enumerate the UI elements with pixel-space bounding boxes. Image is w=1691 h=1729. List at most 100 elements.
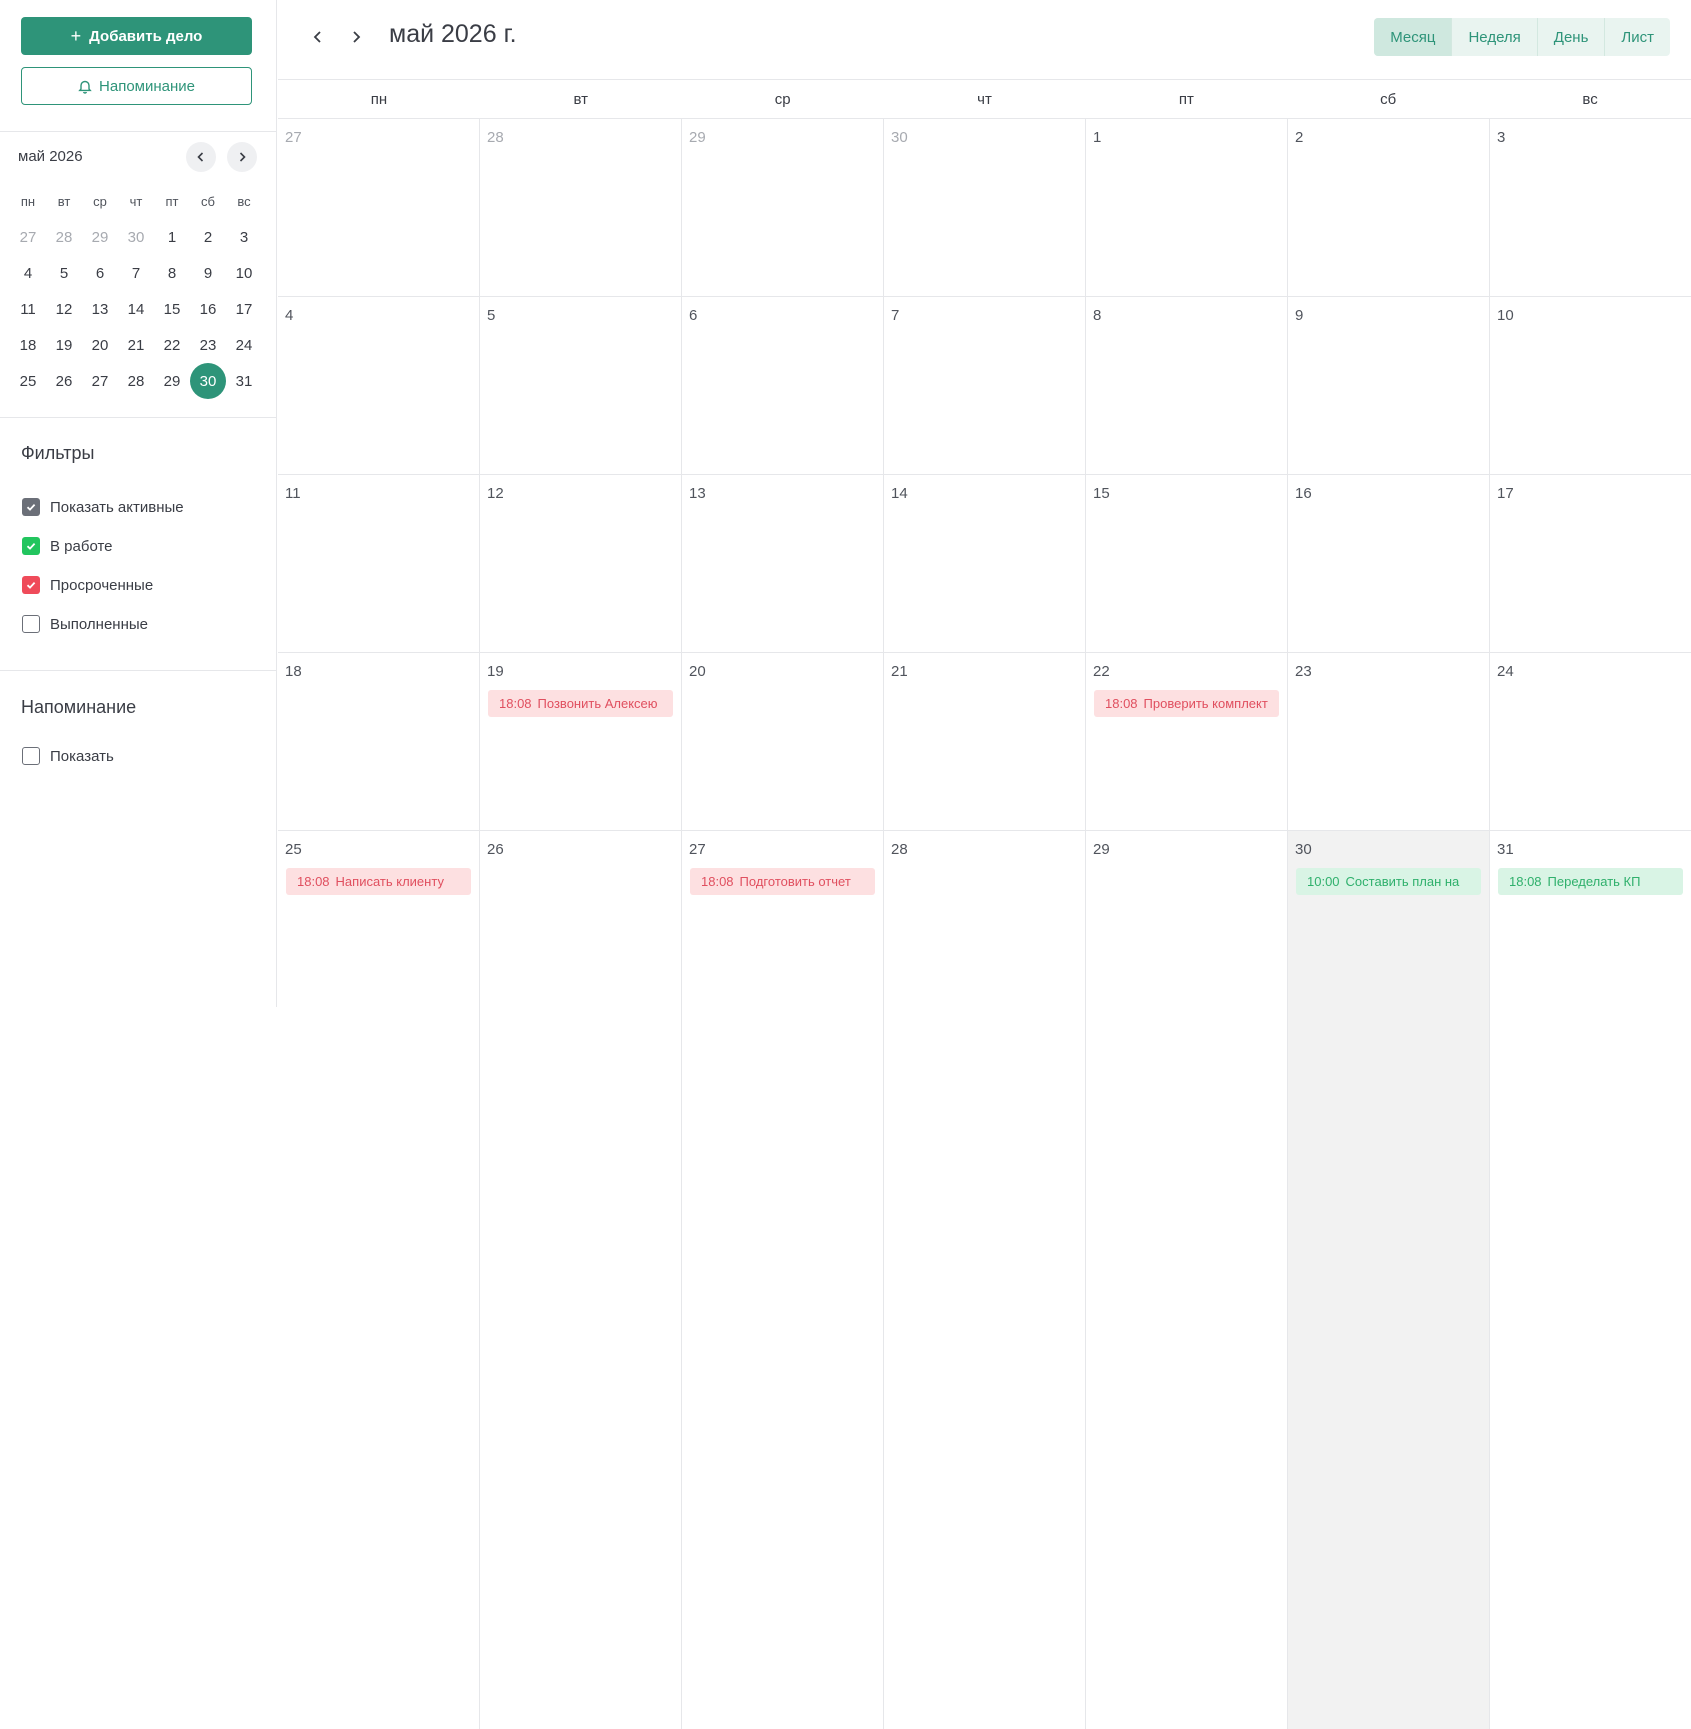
calendar-event[interactable]: 18:08 Позвонить Алексею (488, 690, 673, 717)
mini-day[interactable]: 15 (154, 301, 190, 318)
day-cell[interactable]: 5 (480, 297, 682, 474)
mini-day[interactable]: 28 (46, 229, 82, 246)
prev-month-button[interactable] (307, 26, 329, 48)
day-cell[interactable]: 25 18:08 Написать клиенту (278, 831, 480, 1729)
mini-day[interactable]: 19 (46, 337, 82, 354)
checkbox-unchecked-icon[interactable] (22, 747, 40, 765)
day-cell[interactable]: 28 (884, 831, 1086, 1729)
day-cell[interactable]: 14 (884, 475, 1086, 652)
mini-day[interactable]: 31 (226, 373, 262, 390)
day-cell[interactable]: 10 (1490, 297, 1691, 474)
day-cell[interactable]: 20 (682, 653, 884, 830)
mini-day[interactable]: 17 (226, 301, 262, 318)
day-cell[interactable]: 21 (884, 653, 1086, 830)
next-month-button[interactable] (345, 26, 367, 48)
day-cell[interactable]: 7 (884, 297, 1086, 474)
calendar-event[interactable]: 18:08 Подготовить отчет (690, 868, 875, 895)
mini-day[interactable]: 27 (10, 229, 46, 246)
mini-day[interactable]: 26 (46, 373, 82, 390)
mini-day[interactable]: 13 (82, 301, 118, 318)
mini-day[interactable]: 18 (10, 337, 46, 354)
show-reminders-checkbox[interactable]: Показать (22, 747, 114, 765)
mini-day[interactable]: 12 (46, 301, 82, 318)
mini-next-month-button[interactable] (227, 142, 257, 172)
day-cell[interactable]: 19 18:08 Позвонить Алексею (480, 653, 682, 830)
filter-checkbox[interactable]: Просроченные (22, 576, 153, 594)
day-cell[interactable]: 28 (480, 119, 682, 296)
day-cell[interactable]: 8 (1086, 297, 1288, 474)
mini-day[interactable]: 4 (10, 265, 46, 282)
filter-checkbox[interactable]: Выполненные (22, 615, 148, 633)
mini-prev-month-button[interactable] (186, 142, 216, 172)
calendar-event[interactable]: 10:00 Составить план на (1296, 868, 1481, 895)
day-cell[interactable]: 27 18:08 Подготовить отчет (682, 831, 884, 1729)
mini-day[interactable]: 27 (82, 373, 118, 390)
mini-day[interactable]: 1 (154, 229, 190, 246)
mini-day[interactable]: 25 (10, 373, 46, 390)
view-tab[interactable]: Месяц (1374, 18, 1452, 56)
add-task-button[interactable]: + Добавить дело (21, 17, 252, 55)
mini-day[interactable]: 24 (226, 337, 262, 354)
calendar-event[interactable]: 18:08 Написать клиенту (286, 868, 471, 895)
day-cell[interactable]: 2 (1288, 119, 1490, 296)
day-cell[interactable]: 30 10:00 Составить план на (1288, 831, 1490, 1729)
day-cell[interactable]: 12 (480, 475, 682, 652)
checkbox-checked-icon[interactable] (22, 498, 40, 516)
day-cell[interactable]: 29 (682, 119, 884, 296)
view-tab[interactable]: Неделя (1451, 18, 1536, 56)
mini-day[interactable]: 30 (118, 229, 154, 246)
day-cell[interactable]: 11 (278, 475, 480, 652)
mini-day[interactable]: 23 (190, 337, 226, 354)
day-cell[interactable]: 13 (682, 475, 884, 652)
add-reminder-button[interactable]: Напоминание (21, 67, 252, 105)
day-cell[interactable]: 16 (1288, 475, 1490, 652)
day-cell[interactable]: 26 (480, 831, 682, 1729)
view-tab[interactable]: День (1536, 18, 1605, 56)
day-cell[interactable]: 27 (278, 119, 480, 296)
mini-day[interactable]: 9 (190, 265, 226, 282)
filter-checkbox[interactable]: Показать активные (22, 498, 184, 516)
day-cell[interactable]: 30 (884, 119, 1086, 296)
day-number: 30 (1295, 841, 1312, 858)
mini-day[interactable]: 29 (82, 229, 118, 246)
day-cell[interactable]: 17 (1490, 475, 1691, 652)
mini-day[interactable]: 20 (82, 337, 118, 354)
view-tab[interactable]: Лист (1604, 18, 1670, 56)
day-cell[interactable]: 18 (278, 653, 480, 830)
checkbox-unchecked-icon[interactable] (22, 615, 40, 633)
mini-day[interactable]: 29 (154, 373, 190, 390)
day-cell[interactable]: 1 (1086, 119, 1288, 296)
day-cell[interactable]: 24 (1490, 653, 1691, 830)
mini-day[interactable]: 28 (118, 373, 154, 390)
day-cell[interactable]: 23 (1288, 653, 1490, 830)
mini-day-number: 18 (19, 336, 37, 354)
mini-day[interactable]: 2 (190, 229, 226, 246)
mini-day-number: 22 (163, 336, 181, 354)
mini-day[interactable]: 11 (10, 301, 46, 318)
day-cell[interactable]: 9 (1288, 297, 1490, 474)
day-cell[interactable]: 6 (682, 297, 884, 474)
checkbox-checked-icon[interactable] (22, 576, 40, 594)
mini-day[interactable]: 16 (190, 301, 226, 318)
filter-checkbox[interactable]: В работе (22, 537, 113, 555)
day-cell[interactable]: 4 (278, 297, 480, 474)
mini-day[interactable]: 7 (118, 265, 154, 282)
mini-day[interactable]: 10 (226, 265, 262, 282)
mini-day[interactable]: 14 (118, 301, 154, 318)
mini-day[interactable]: 6 (82, 265, 118, 282)
day-cell[interactable]: 15 (1086, 475, 1288, 652)
mini-day[interactable]: 30 (190, 363, 226, 399)
mini-day[interactable]: 22 (154, 337, 190, 354)
checkbox-checked-icon[interactable] (22, 537, 40, 555)
mini-day[interactable]: 8 (154, 265, 190, 282)
day-cell[interactable]: 29 (1086, 831, 1288, 1729)
day-cell[interactable]: 31 18:08 Переделать КП (1490, 831, 1691, 1729)
calendar-event[interactable]: 18:08 Проверить комплект (1094, 690, 1279, 717)
day-cell[interactable]: 3 (1490, 119, 1691, 296)
day-cell[interactable]: 22 18:08 Проверить комплект (1086, 653, 1288, 830)
calendar-event[interactable]: 18:08 Переделать КП (1498, 868, 1683, 895)
mini-week-row: 27 28 29 30 1 2 3 (10, 219, 262, 255)
mini-day[interactable]: 5 (46, 265, 82, 282)
mini-day[interactable]: 21 (118, 337, 154, 354)
mini-day[interactable]: 3 (226, 229, 262, 246)
